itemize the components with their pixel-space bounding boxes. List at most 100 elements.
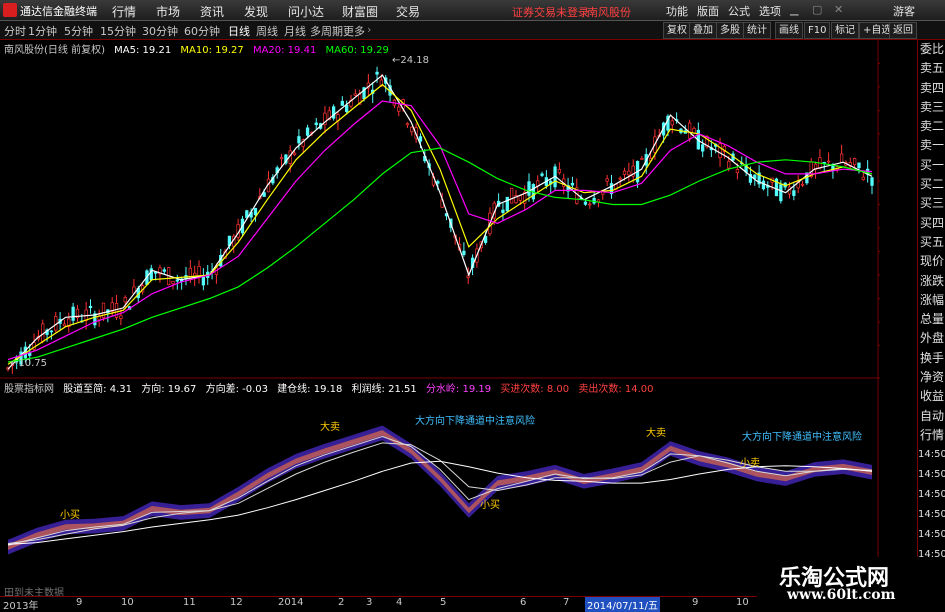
period-30min[interactable]: 30分钟 bbox=[142, 23, 178, 39]
candle-body bbox=[397, 106, 401, 112]
menu-assistant[interactable]: 问小达 bbox=[288, 3, 324, 20]
menu-function[interactable]: 功能 bbox=[666, 3, 688, 19]
multi-stock-button[interactable]: 多股 bbox=[716, 22, 744, 39]
f10-button[interactable]: F10 bbox=[804, 22, 831, 39]
candle-body bbox=[292, 152, 297, 156]
side-panel-item[interactable]: 14:50 bbox=[918, 505, 945, 525]
side-panel-item[interactable]: 14:50 bbox=[918, 465, 945, 485]
candle-body bbox=[727, 160, 731, 169]
high-price-annotation: ←24.18 bbox=[392, 55, 429, 66]
menu-market[interactable]: 市场 bbox=[156, 3, 180, 20]
side-panel-item[interactable]: 自动 bbox=[918, 407, 945, 426]
period-15min[interactable]: 15分钟 bbox=[100, 23, 136, 39]
selected-date[interactable]: 2014/07/11/五 bbox=[585, 597, 661, 612]
minimize-icon[interactable]: ▁ bbox=[790, 3, 798, 16]
stats-button[interactable]: 统计 bbox=[743, 22, 771, 39]
date-label: 4 bbox=[396, 597, 403, 608]
period-monthly[interactable]: 月线 bbox=[284, 23, 306, 39]
candle-body bbox=[779, 184, 783, 202]
candle-body bbox=[570, 182, 575, 186]
close-icon[interactable]: ✕ bbox=[834, 3, 843, 16]
candle-body bbox=[314, 122, 318, 126]
side-panel-item: 卖一 bbox=[919, 138, 944, 153]
risk-annotation-2: 大方向下降通道中注意风险 bbox=[742, 430, 862, 443]
side-panel-item[interactable]: 14:50 bbox=[918, 525, 945, 545]
side-panel-item[interactable]: 14:50 bbox=[918, 485, 945, 505]
overlay-button[interactable]: 叠加 bbox=[689, 22, 717, 39]
indicator-band bbox=[8, 425, 872, 555]
ma-line-ma10 bbox=[7, 83, 873, 365]
indicator-chart[interactable]: 15.0020.0025.00 大方向下降通道中注意风险 大方向下降通道中注意风… bbox=[0, 378, 880, 578]
side-panel-item: 现价 bbox=[919, 254, 944, 269]
candle-body bbox=[375, 71, 379, 75]
menu-options[interactable]: 选项 bbox=[759, 3, 781, 19]
candle-body bbox=[501, 209, 505, 213]
candlestick-series bbox=[6, 66, 874, 374]
candle-body bbox=[279, 157, 284, 160]
candle-body bbox=[857, 162, 861, 169]
price-chart[interactable]: 12.0013.0014.0015.0016.0017.0018.0019.00… bbox=[0, 40, 880, 380]
side-panel-item: 涨幅 bbox=[919, 292, 944, 307]
candle-body bbox=[735, 169, 740, 174]
candle-body bbox=[49, 330, 54, 333]
period-weekly[interactable]: 周线 bbox=[256, 23, 278, 39]
candle-body bbox=[405, 123, 410, 126]
menu-discover[interactable]: 发现 bbox=[244, 3, 268, 20]
menu-trade[interactable]: 交易 bbox=[396, 3, 420, 20]
candle-body bbox=[540, 173, 544, 176]
date-label: 3 bbox=[366, 597, 373, 608]
candle-body bbox=[340, 100, 344, 106]
low-price-annotation: ←10.75 bbox=[10, 358, 47, 369]
candle-body bbox=[41, 323, 45, 342]
adjust-button[interactable]: 复权 bbox=[663, 22, 691, 39]
menu-formula[interactable]: 公式 bbox=[728, 3, 750, 19]
maximize-icon[interactable]: ▢ bbox=[812, 3, 822, 16]
side-panel-item[interactable]: 14:50 bbox=[918, 445, 945, 465]
candle-body bbox=[718, 143, 722, 159]
candle-body bbox=[670, 120, 674, 126]
date-label: 6 bbox=[520, 597, 527, 608]
side-panel-item: 买五 bbox=[919, 234, 944, 249]
period-1min[interactable]: 1分钟 bbox=[28, 23, 57, 39]
login-notice[interactable]: 证券交易未登录 bbox=[512, 4, 589, 20]
draw-button[interactable]: 画线 bbox=[775, 22, 803, 39]
marker-small-buy-1: 小买 bbox=[480, 499, 500, 511]
menu-news[interactable]: 资讯 bbox=[200, 3, 224, 20]
date-label: 12 bbox=[230, 597, 243, 608]
period-toolbar: 分时 1分钟 5分钟 15分钟 30分钟 60分钟 日线 周线 月线 多周期 更… bbox=[0, 21, 945, 40]
period-5min[interactable]: 5分钟 bbox=[64, 23, 93, 39]
candle-body bbox=[119, 315, 123, 319]
period-60min[interactable]: 60分钟 bbox=[184, 23, 220, 39]
indicator-inner-band bbox=[8, 430, 872, 550]
candle-body bbox=[761, 180, 766, 190]
watermark-url: www.60lt.com bbox=[787, 587, 896, 603]
menu-bar: 通达信金融终端 行情 市场 资讯 发现 问小达 财富圈 交易 证券交易未登录 南… bbox=[0, 0, 945, 21]
candle-body bbox=[870, 177, 874, 186]
candle-body bbox=[800, 183, 805, 186]
candle-body bbox=[297, 136, 301, 144]
menu-layout[interactable]: 版面 bbox=[697, 3, 719, 19]
mark-button[interactable]: 标记 bbox=[831, 22, 859, 39]
menu-quotes[interactable]: 行情 bbox=[112, 3, 136, 20]
side-panel-item[interactable]: 行情 bbox=[918, 426, 945, 445]
candle-body bbox=[345, 104, 349, 112]
candle-body bbox=[62, 323, 67, 327]
period-multi[interactable]: 多周期 bbox=[310, 23, 343, 39]
candle-body bbox=[518, 195, 522, 201]
moving-average-lines bbox=[7, 74, 873, 370]
side-panel-item: 委比 bbox=[919, 42, 944, 56]
menu-wealth[interactable]: 财富圈 bbox=[342, 3, 378, 20]
guest-label[interactable]: 游客 bbox=[893, 3, 915, 19]
more-chevron-icon[interactable]: › bbox=[367, 23, 371, 36]
side-panel-item: 涨跌 bbox=[919, 273, 944, 288]
back-button[interactable]: 返回 bbox=[889, 22, 917, 39]
candle-body bbox=[622, 170, 627, 175]
side-panel-item: 买一 bbox=[919, 157, 944, 172]
candle-body bbox=[123, 297, 127, 303]
side-panel-item: 收益 bbox=[919, 389, 944, 404]
period-tick[interactable]: 分时 bbox=[4, 23, 26, 39]
period-daily[interactable]: 日线 bbox=[228, 23, 250, 39]
side-panel-item: 卖五 bbox=[919, 61, 944, 76]
side-panel-item: 卖四 bbox=[919, 80, 944, 95]
period-more[interactable]: 更多 bbox=[343, 23, 365, 39]
